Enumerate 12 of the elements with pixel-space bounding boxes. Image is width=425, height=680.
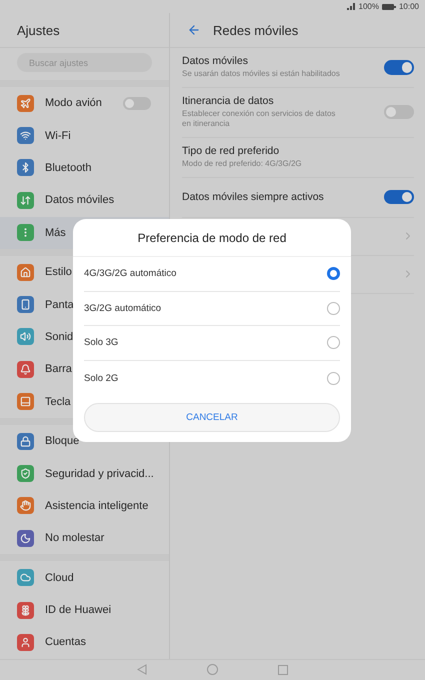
- setting-title: Tipo de red preferido: [182, 145, 280, 158]
- page-title: Redes móviles: [213, 22, 298, 38]
- battery-level: 100%: [358, 2, 379, 11]
- setting-description: Establecer conexión con servicios de datos en itinerancia: [182, 109, 336, 130]
- sidebar-title: Ajustes: [17, 22, 60, 38]
- clock: 10:00: [398, 2, 419, 11]
- setting-title: Datos móviles siempre activos: [182, 191, 325, 204]
- setting-title: Datos móviles: [182, 55, 249, 68]
- setting-description: Modo de red preferido: 4G/3G/2G: [182, 159, 303, 170]
- dialog-title: Preferencia de modo de red: [73, 219, 351, 257]
- setting-description: Se usarán datos móviles si están habilitados: [182, 69, 341, 80]
- setting-title: Itinerancia de datos: [182, 95, 275, 108]
